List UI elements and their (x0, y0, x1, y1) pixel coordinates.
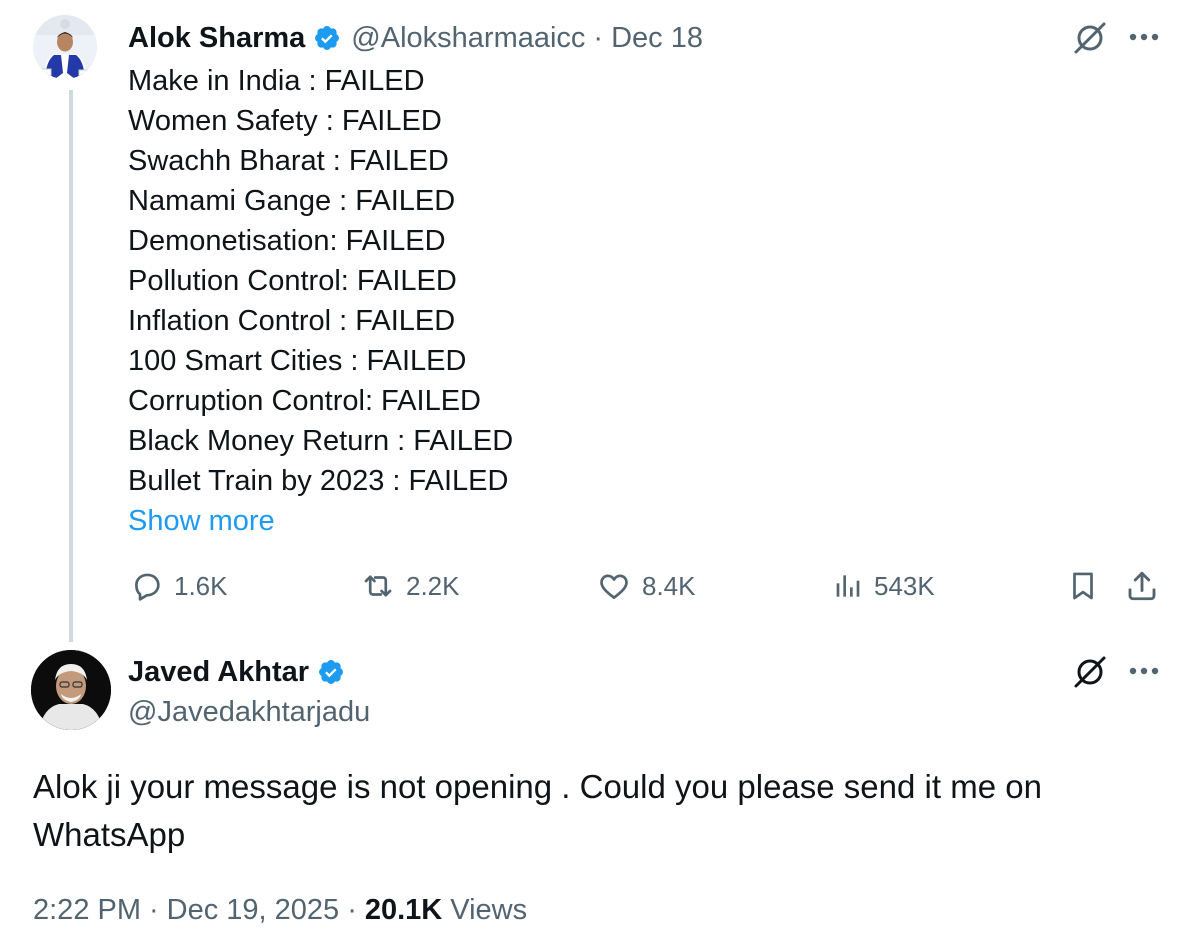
thread-connector-line (69, 90, 73, 642)
like-button[interactable]: 8.4K (596, 564, 696, 608)
repost-icon (360, 569, 396, 603)
repost-count: 2.2K (406, 570, 460, 601)
views-count: 543K (874, 570, 935, 601)
tweet-line: Inflation Control : FAILED (128, 305, 456, 337)
bookmark-icon (1066, 568, 1100, 604)
author-handle[interactable]: @Aloksharmaaicc (351, 22, 585, 55)
tweet-line: Women Safety : FAILED (128, 105, 442, 137)
grok-icon[interactable] (1072, 654, 1108, 695)
views-icon (832, 570, 864, 602)
parent-tweet-text: Make in India : FAILED Women Safety : FA… (128, 61, 1028, 501)
tweet-line: Make in India : FAILED (128, 65, 425, 97)
views-count: 20.1K (364, 893, 443, 926)
author-handle[interactable]: @Javedakhtarjadu (128, 694, 370, 730)
tweet-meta: 2:22 PM · Dec 19, 2025 · 20.1K Views (33, 890, 527, 930)
author-name[interactable]: Alok Sharma (128, 22, 305, 55)
views-button[interactable]: 543K (832, 564, 935, 608)
verified-badge-icon (313, 24, 341, 52)
tweet-date[interactable]: Dec 19, 2025 (167, 894, 340, 927)
separator-dot: · (149, 893, 159, 926)
avatar[interactable] (33, 15, 97, 79)
tweet-date[interactable]: Dec 18 (611, 22, 703, 55)
tweet-line: Black Money Return : FAILED (128, 425, 514, 457)
tweet-line: 100 Smart Cities : FAILED (128, 345, 467, 377)
share-icon (1124, 568, 1160, 604)
tweet-line: Demonetisation: FAILED (128, 225, 446, 257)
reply-tweet-header: Javed Akhtar (128, 654, 345, 690)
show-more-link[interactable]: Show more (128, 501, 275, 541)
tweet-line: Corruption Control: FAILED (128, 385, 481, 417)
reply-icon (130, 569, 164, 603)
tweet-line: Namami Gange : FAILED (128, 185, 456, 217)
reply-count: 1.6K (174, 570, 228, 601)
verified-badge-icon (317, 658, 345, 686)
grok-icon[interactable] (1072, 20, 1108, 61)
separator-dot: · (593, 21, 604, 54)
separator-dot: · (347, 893, 357, 926)
tweet-action-bar: 1.6K 2.2K 8.4K 543K (128, 564, 1168, 608)
like-icon (596, 569, 632, 603)
author-name[interactable]: Javed Akhtar (128, 656, 309, 689)
repost-button[interactable]: 2.2K (360, 564, 460, 608)
bookmark-button[interactable] (1066, 564, 1100, 608)
views-label: Views (450, 893, 528, 926)
more-icon[interactable] (1127, 659, 1161, 688)
like-count: 8.4K (642, 570, 696, 601)
tweet-time[interactable]: 2:22 PM (33, 894, 141, 927)
tweet-line: Pollution Control: FAILED (128, 265, 457, 297)
parent-tweet-header: Alok Sharma @Aloksharmaaicc · Dec 18 (128, 20, 703, 56)
tweet-line: Bullet Train by 2023 : FAILED (128, 465, 509, 497)
tweet-line: Swachh Bharat : FAILED (128, 145, 449, 177)
more-icon[interactable] (1127, 25, 1161, 54)
share-button[interactable] (1124, 564, 1160, 608)
tweet-thread-page: Alok Sharma @Aloksharmaaicc · Dec 18 Mak… (0, 0, 1197, 947)
reply-tweet-text: Alok ji your message is not opening . Co… (33, 768, 1042, 853)
reply-button[interactable]: 1.6K (130, 564, 228, 608)
avatar[interactable] (31, 650, 111, 730)
